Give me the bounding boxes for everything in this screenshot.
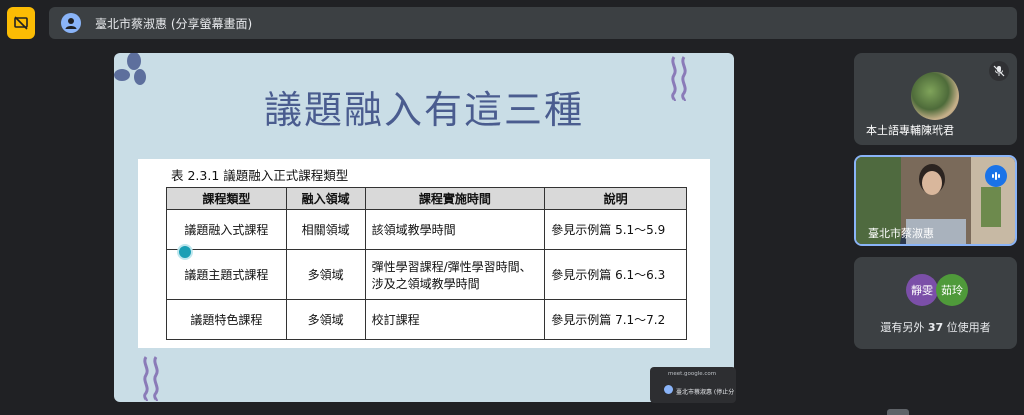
stop-presenting-icon [14,16,28,30]
presenter-name: 臺北市蔡淑惠 (分享螢幕畫面) [95,16,253,31]
table-cell: 多領域 [285,299,366,340]
table-row: 議題特色課程 多領域 校訂課程 參見示例篇 7.1～7.2 [166,299,687,340]
table-header-row: 課程類型 融入領域 課程實施時間 說明 [166,187,687,210]
column-header: 融入領域 [285,187,366,210]
preview-name: 臺北市蔡淑惠 (停止分 [676,389,735,396]
table-cell: 彈性學習課程/彈性學習時間、涉及之領域教學時間 [364,249,546,300]
table-panel: 表 2.3.1 議題融入正式課程類型 課程類型 融入領域 課程實施時間 說明 議… [138,159,710,348]
course-type-table: 課程類型 融入領域 課程實施時間 說明 議題融入式課程 相關領域 該領域教學時間… [166,187,687,340]
avatar: 茹玲 [936,274,968,306]
avatar: 靜雯 [906,274,938,306]
table-cell: 相關領域 [285,209,366,250]
self-preview-thumbnail[interactable]: meet.google.com 臺北市蔡淑惠 (停止分 [650,367,736,403]
account-icon [61,13,81,33]
mic-off-icon [989,61,1009,81]
participant-tile-active[interactable]: 臺北市蔡淑惠 [854,155,1017,246]
table-cell: 校訂課程 [364,299,546,340]
stop-presenting-button[interactable] [7,7,35,39]
table-cell: 議題特色課程 [166,299,287,340]
others-count: 37 [927,321,944,334]
table-row: 議題主題式課程 多領域 彈性學習課程/彈性學習時間、涉及之領域教學時間 參見示例… [166,249,687,300]
participant-name: 臺北市蔡淑惠 [868,227,934,240]
slide-title: 議題融入有這三種 [263,88,584,132]
account-icon [664,385,673,394]
others-count-text: 還有另外 37 位使用者 [880,321,991,334]
table-cell: 參見示例篇 5.1～5.9 [544,209,687,250]
presenter-banner: 臺北市蔡淑惠 (分享螢幕畫面) [49,7,1017,39]
participant-tile[interactable]: 本土語專輔陳玳君 [854,53,1017,145]
table-cell: 參見示例篇 6.1～6.3 [544,249,687,300]
column-header: 課程實施時間 [364,187,546,210]
pointer-cursor-icon [177,244,193,260]
table-cell: 該領域教學時間 [364,209,546,250]
controls-handle[interactable] [887,409,909,415]
table-cell: 參見示例篇 7.1～7.2 [544,299,687,340]
table-caption: 表 2.3.1 議題融入正式課程類型 [171,168,349,183]
preview-url: meet.google.com [668,371,717,377]
column-header: 說明 [544,187,687,210]
avatar [911,72,959,120]
wave-decoration [143,356,159,401]
table-cell: 多領域 [285,249,366,300]
speaking-icon [985,165,1007,187]
column-header: 課程類型 [166,187,287,210]
table-row: 議題融入式課程 相關領域 該領域教學時間 參見示例篇 5.1～5.9 [166,209,687,250]
other-participants-tile[interactable]: 靜雯 茹玲 還有另外 37 位使用者 [854,257,1017,349]
shared-screen: 議題融入有這三種 表 2.3.1 議題融入正式課程類型 課程類型 融入領域 課程… [114,53,734,402]
participant-name: 本土語專輔陳玳君 [866,124,954,137]
